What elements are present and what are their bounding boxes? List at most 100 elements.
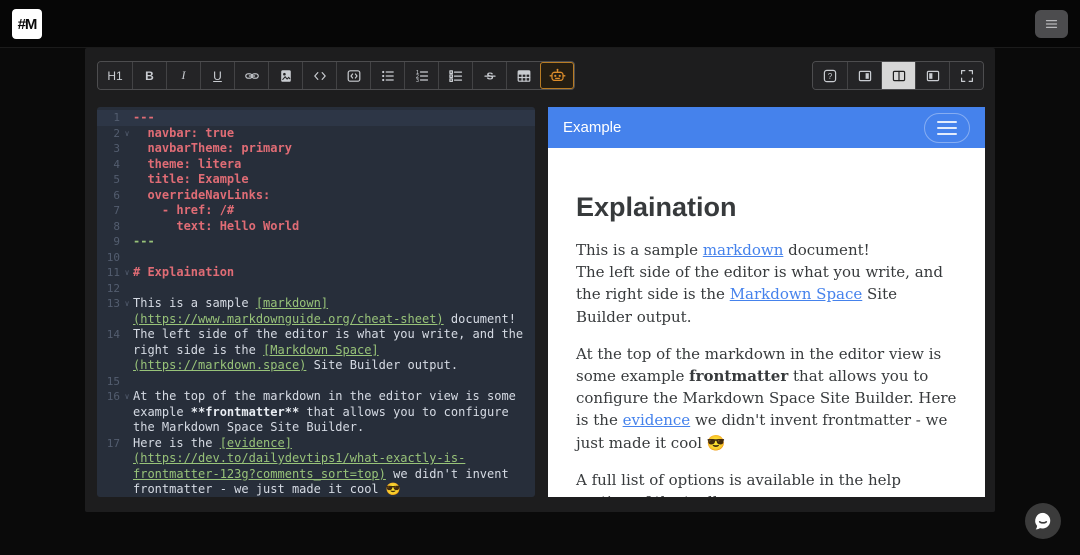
code-text: --- bbox=[133, 110, 535, 126]
hamburger-icon bbox=[1043, 16, 1060, 32]
view-button-group: ? bbox=[812, 61, 984, 90]
preview-paragraph: This is a sample markdown document!The l… bbox=[576, 239, 957, 328]
editor-line[interactable]: 5 title: Example bbox=[97, 172, 535, 188]
ordered-list-icon: 123 bbox=[414, 68, 430, 84]
editor-line[interactable]: 1 --- bbox=[97, 110, 535, 126]
inline-code-button[interactable] bbox=[302, 62, 336, 89]
line-number: 11 bbox=[97, 265, 121, 281]
code-text: - href: /# bbox=[133, 203, 535, 219]
preview-text: document! bbox=[783, 241, 869, 259]
split-view-button[interactable] bbox=[881, 62, 915, 89]
fold-gutter bbox=[121, 110, 133, 126]
italic-button[interactable]: I bbox=[166, 62, 200, 89]
bold-button[interactable]: B bbox=[132, 62, 166, 89]
editor-line[interactable]: 9--- bbox=[97, 234, 535, 250]
fold-arrow-icon[interactable]: ∨ bbox=[121, 126, 133, 142]
code-text: navbarTheme: primary bbox=[133, 141, 535, 157]
robot-icon bbox=[549, 67, 566, 84]
heading-label: H1 bbox=[107, 69, 122, 83]
editor-only-button[interactable] bbox=[847, 62, 881, 89]
preview-paragraph: A full list of options is available in t… bbox=[576, 469, 957, 497]
line-number: 17 bbox=[97, 436, 121, 498]
help-button[interactable]: ? bbox=[813, 62, 847, 89]
table-button[interactable] bbox=[506, 62, 540, 89]
fullscreen-button[interactable] bbox=[949, 62, 983, 89]
ai-assistant-button[interactable] bbox=[540, 62, 574, 89]
link-button[interactable] bbox=[234, 62, 268, 89]
editor-line[interactable]: 17Here is the [evidence](https://dev.to/… bbox=[97, 436, 535, 498]
editor-line[interactable]: 7 - href: /# bbox=[97, 203, 535, 219]
editor-line[interactable]: 16∨At the top of the markdown in the edi… bbox=[97, 389, 535, 436]
chat-widget-button[interactable] bbox=[1025, 503, 1061, 539]
line-number: 3 bbox=[97, 141, 121, 157]
code-text: This is a sample [markdown](https://www.… bbox=[133, 296, 535, 327]
preview-link[interactable]: Markdown Space bbox=[730, 285, 863, 303]
code-icon bbox=[312, 68, 328, 84]
code-text bbox=[133, 374, 535, 390]
preview-view-icon bbox=[925, 68, 941, 84]
editor-line[interactable]: 12 bbox=[97, 281, 535, 297]
line-number: 14 bbox=[97, 327, 121, 374]
line-number: 10 bbox=[97, 250, 121, 266]
line-number: 12 bbox=[97, 281, 121, 297]
link-icon bbox=[244, 68, 260, 84]
editor-line[interactable]: 2∨ navbar: true bbox=[97, 126, 535, 142]
split-view-icon bbox=[891, 68, 907, 84]
underline-button[interactable]: U bbox=[200, 62, 234, 89]
fold-arrow-icon[interactable]: ∨ bbox=[121, 296, 133, 327]
task-list-button[interactable] bbox=[438, 62, 472, 89]
fold-arrow-icon[interactable]: ∨ bbox=[121, 265, 133, 281]
line-number: 16 bbox=[97, 389, 121, 436]
help-icon: ? bbox=[822, 68, 838, 84]
fold-arrow-icon[interactable]: ∨ bbox=[121, 389, 133, 436]
line-number: 6 bbox=[97, 188, 121, 204]
line-number: 13 bbox=[97, 296, 121, 327]
editor-line[interactable]: 6 overrideNavLinks: bbox=[97, 188, 535, 204]
editor-line[interactable]: 10 bbox=[97, 250, 535, 266]
code-text: The left side of the editor is what you … bbox=[133, 327, 535, 374]
fullscreen-icon bbox=[959, 68, 975, 84]
fold-gutter bbox=[121, 188, 133, 204]
editor-line[interactable]: 13∨This is a sample [markdown](https://w… bbox=[97, 296, 535, 327]
editor-line[interactable]: 3 navbarTheme: primary bbox=[97, 141, 535, 157]
preview-navbar-brand[interactable]: Example bbox=[563, 119, 621, 136]
editor-line[interactable]: 14 The left side of the editor is what yo… bbox=[97, 327, 535, 374]
editor-line[interactable]: 4 theme: litera bbox=[97, 157, 535, 173]
ordered-list-button[interactable]: 123 bbox=[404, 62, 438, 89]
heading-button[interactable]: H1 bbox=[98, 62, 132, 89]
preview-navbar-toggler[interactable] bbox=[924, 113, 970, 143]
editor-line[interactable]: 15 bbox=[97, 374, 535, 390]
code-text bbox=[133, 250, 535, 266]
code-text bbox=[133, 281, 535, 297]
preview-only-button[interactable] bbox=[915, 62, 949, 89]
fold-gutter bbox=[121, 250, 133, 266]
code-block-button[interactable] bbox=[336, 62, 370, 89]
fold-gutter bbox=[121, 327, 133, 374]
line-number: 9 bbox=[97, 234, 121, 250]
code-block-icon bbox=[346, 68, 362, 84]
line-number: 1 bbox=[97, 110, 121, 126]
preview-link[interactable]: markdown bbox=[703, 241, 784, 259]
editor-view-icon bbox=[857, 68, 873, 84]
preview-link[interactable]: evidence bbox=[623, 411, 691, 429]
toolbar: H1 BIU 123 S ? bbox=[85, 48, 995, 90]
editor-line[interactable]: 8 text: Hello World bbox=[97, 219, 535, 235]
fold-gutter bbox=[121, 219, 133, 235]
header-menu-button[interactable] bbox=[1035, 10, 1068, 38]
bullet-list-button[interactable] bbox=[370, 62, 404, 89]
code-text: theme: litera bbox=[133, 157, 535, 173]
content-row: 1 ---2∨ navbar: true3 navbarTheme: primar… bbox=[85, 90, 995, 497]
line-number: 15 bbox=[97, 374, 121, 390]
fold-gutter bbox=[121, 172, 133, 188]
preview-body: This is a sample markdown document!The l… bbox=[576, 239, 957, 497]
app-logo[interactable]: #M bbox=[12, 9, 42, 39]
fold-gutter bbox=[121, 234, 133, 250]
preview-page: Explaination This is a sample markdown d… bbox=[548, 148, 985, 497]
image-button[interactable] bbox=[268, 62, 302, 89]
strikethrough-button[interactable]: S bbox=[472, 62, 506, 89]
image-icon bbox=[278, 68, 294, 84]
underline-label: U bbox=[213, 69, 222, 83]
editor-line[interactable]: 11∨# Explaination bbox=[97, 265, 535, 281]
markdown-editor[interactable]: 1 ---2∨ navbar: true3 navbarTheme: primar… bbox=[97, 107, 535, 497]
table-icon bbox=[516, 68, 532, 84]
